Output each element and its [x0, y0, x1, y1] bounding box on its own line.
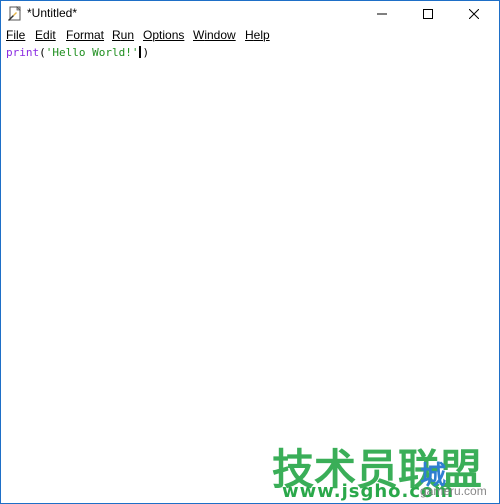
menu-run[interactable]: Run — [112, 28, 134, 42]
menu-bar: File Edit Format Run Options Window Help — [1, 26, 499, 43]
code-string: 'Hello World!' — [45, 46, 139, 59]
maximize-button[interactable] — [405, 1, 451, 26]
code-line: print('Hello World!') — [6, 46, 149, 60]
menu-options[interactable]: Options — [143, 28, 184, 42]
code-editor[interactable]: print('Hello World!') — [1, 43, 499, 503]
menu-help[interactable]: Help — [245, 28, 270, 42]
window-title: *Untitled* — [27, 6, 78, 20]
menu-format[interactable]: Format — [66, 28, 104, 42]
code-open-paren: ( — [39, 46, 46, 59]
maximize-icon — [423, 8, 433, 19]
close-icon — [469, 8, 479, 19]
idle-app-icon — [8, 6, 21, 21]
idle-editor-window: *Untitled* File Edit Format Run Options … — [0, 0, 500, 504]
code-keyword: print — [6, 46, 40, 59]
close-button[interactable] — [451, 1, 497, 26]
watermark-gray: gameru.com — [420, 484, 487, 498]
minimize-icon — [377, 13, 387, 14]
code-close-paren: ) — [142, 46, 150, 59]
title-bar[interactable]: *Untitled* — [1, 1, 499, 26]
menu-edit[interactable]: Edit — [35, 28, 56, 42]
minimize-button[interactable] — [359, 1, 405, 26]
menu-window[interactable]: Window — [193, 28, 236, 42]
menu-file[interactable]: File — [6, 28, 25, 42]
